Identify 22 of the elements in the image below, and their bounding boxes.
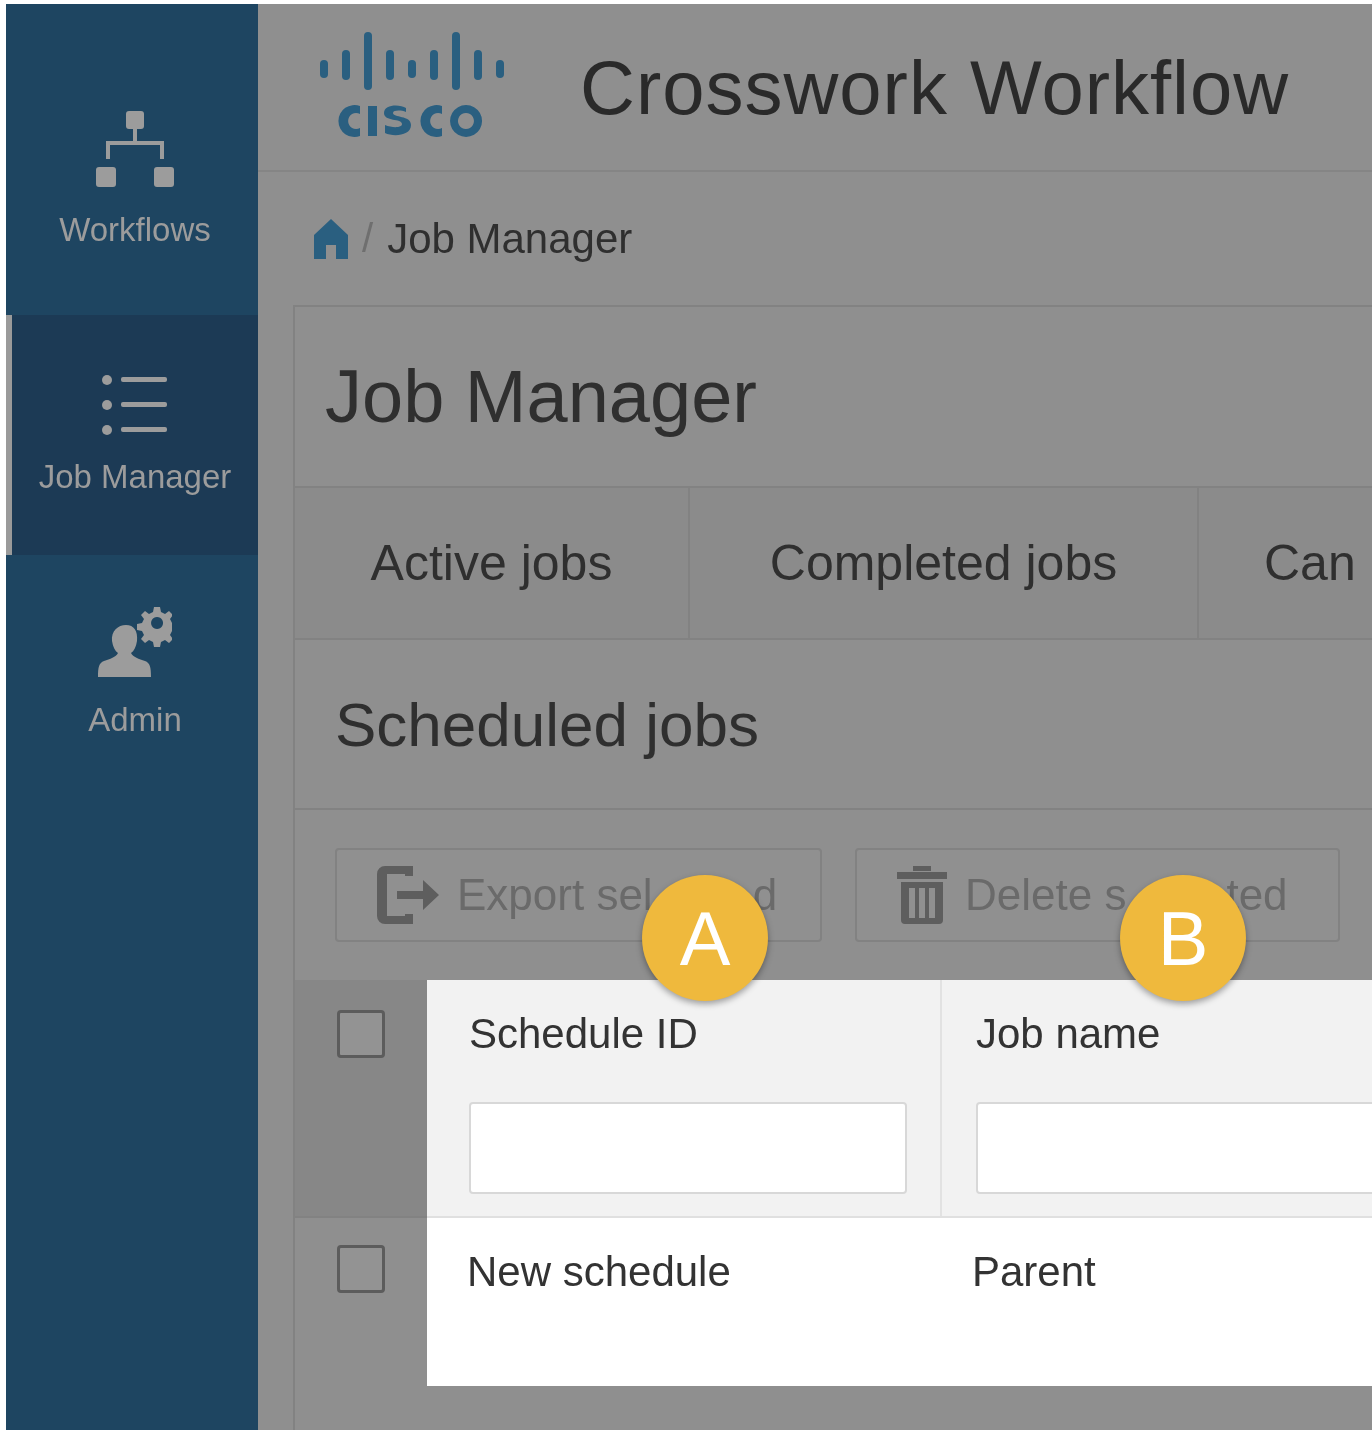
breadcrumb-separator: / (362, 216, 374, 261)
section-title: Scheduled jobs (335, 688, 759, 760)
breadcrumb-item: Job Manager (387, 214, 633, 263)
home-icon[interactable] (314, 218, 348, 259)
table-cell: New schedule (467, 1248, 731, 1295)
filter-field[interactable] (469, 1102, 907, 1194)
checkbox[interactable] (337, 1010, 385, 1058)
hierarchy-icon (96, 110, 174, 189)
checkbox[interactable] (337, 1245, 385, 1293)
trash-icon (897, 866, 947, 924)
filter-field[interactable] (976, 1102, 1372, 1194)
sidebar-item[interactable]: Admin (6, 555, 258, 791)
sidebar-item[interactable]: Workflows (6, 4, 258, 315)
column-header: Job name (976, 1010, 1162, 1058)
app-title: Crosswork Workflow (580, 43, 1290, 131)
user-gear-icon (98, 607, 172, 679)
page-title: Job Manager (325, 354, 757, 439)
export-icon (377, 866, 439, 924)
column-header: Schedule ID (469, 1010, 699, 1058)
list-icon (101, 374, 169, 436)
table-cell: Parent (972, 1248, 1096, 1295)
sidebar-item[interactable]: Job Manager (6, 315, 258, 555)
